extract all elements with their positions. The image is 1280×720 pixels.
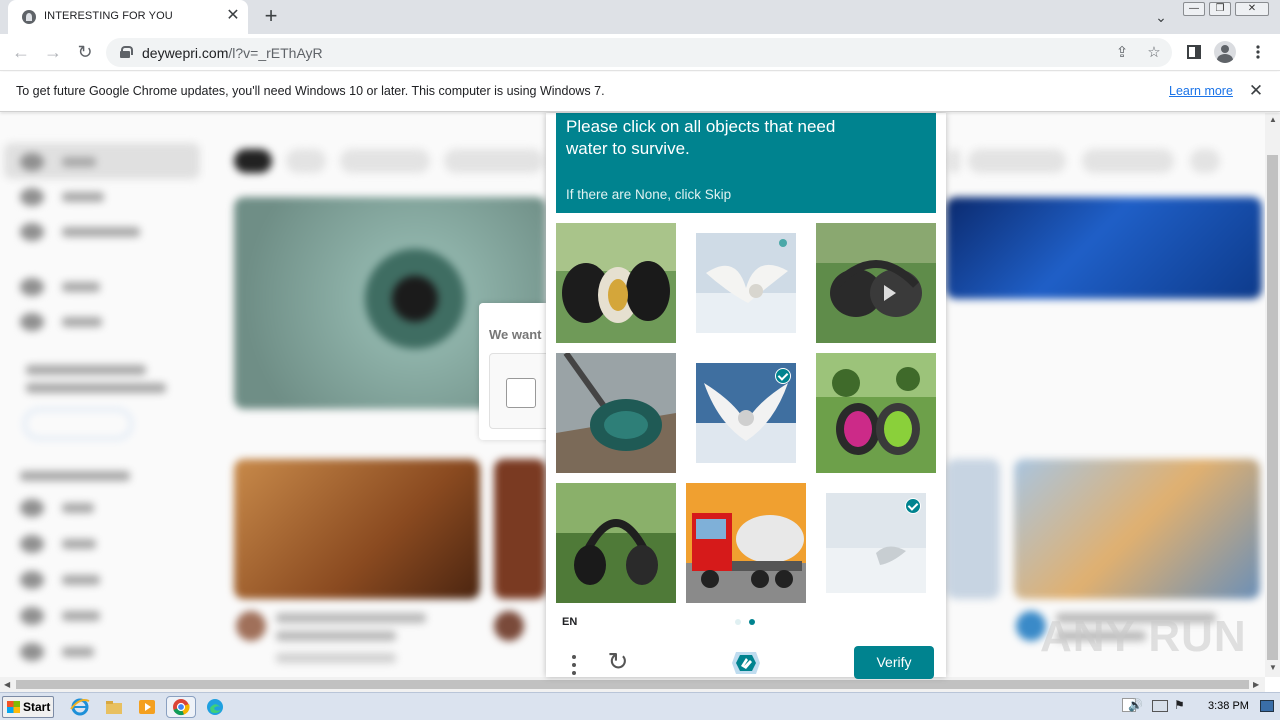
owl-image xyxy=(696,233,796,333)
side-panel-icon[interactable] xyxy=(1182,40,1206,64)
scroll-down-icon[interactable]: ▼ xyxy=(1269,663,1277,672)
back-button[interactable]: ← xyxy=(8,39,34,65)
tab-title: INTERESTING FOR YOU xyxy=(44,10,173,22)
windows-taskbar: Start 🔊 ⚑ 3:38 PM xyxy=(0,692,1280,720)
captcha-tile-9[interactable] xyxy=(826,493,926,593)
update-infobar: To get future Google Chrome updates, you… xyxy=(0,72,1280,112)
learn-more-link[interactable]: Learn more xyxy=(1169,84,1233,98)
headphones-image xyxy=(816,353,936,473)
tab-close-button[interactable]: ✕ xyxy=(224,7,242,25)
human-checkbox[interactable] xyxy=(506,378,536,408)
captcha-tile-7[interactable] xyxy=(556,483,676,603)
scroll-up-icon[interactable]: ▲ xyxy=(1269,115,1277,124)
kebab-menu-icon[interactable] xyxy=(1246,40,1270,64)
cement-truck-image xyxy=(686,483,806,603)
reload-button[interactable]: ↻ xyxy=(72,39,98,65)
media-player-icon[interactable] xyxy=(137,697,157,717)
show-desktop-icon[interactable] xyxy=(1260,700,1274,712)
browser-tab[interactable]: INTERESTING FOR YOU ✕ xyxy=(8,0,248,34)
profile-avatar[interactable] xyxy=(1214,41,1236,63)
verify-button[interactable]: Verify xyxy=(854,646,934,679)
window-close-button[interactable]: ✕ xyxy=(1235,2,1269,16)
forward-button[interactable]: → xyxy=(40,39,66,65)
taskbar-clock[interactable]: 3:38 PM xyxy=(1208,700,1249,712)
vertical-scrollbar[interactable]: ▲ ▼ xyxy=(1265,113,1280,677)
infobar-message: To get future Google Chrome updates, you… xyxy=(16,84,605,98)
network-icon[interactable] xyxy=(1152,700,1168,712)
captcha-tile-4[interactable] xyxy=(556,353,676,473)
headphones-image xyxy=(556,483,676,603)
share-icon[interactable]: ⇪ xyxy=(1111,42,1133,64)
captcha-tile-8[interactable] xyxy=(686,483,806,603)
globe-icon xyxy=(22,10,36,24)
dialog-heading: We want xyxy=(489,327,542,342)
page-dot-1[interactable] xyxy=(735,619,741,625)
bookmark-star-icon[interactable]: ☆ xyxy=(1143,42,1165,64)
chrome-taskbar-icon[interactable] xyxy=(166,696,196,718)
prompt-text: Please click on all objects that need wa… xyxy=(566,117,836,158)
captcha-menu-icon[interactable] xyxy=(564,651,584,679)
url-host: deywepri.com xyxy=(142,45,229,61)
captcha-challenge: Please click on all objects that need wa… xyxy=(546,113,946,679)
address-bar[interactable]: deywepri.com/l?v=_rEThAyR ⇪ ☆ xyxy=(106,38,1172,67)
captcha-tile-6[interactable] xyxy=(816,353,936,473)
url-path: /l?v=_rEThAyR xyxy=(228,45,323,61)
tab-search-button[interactable]: ⌄ xyxy=(1150,6,1172,28)
selected-check-icon xyxy=(905,498,921,514)
action-center-flag-icon[interactable]: ⚑ xyxy=(1174,698,1185,712)
captcha-prompt: Please click on all objects that need wa… xyxy=(556,113,936,213)
prompt-skip-hint: If there are None, click Skip xyxy=(566,187,732,202)
vacuum-image xyxy=(556,353,676,473)
system-tray: 🔊 ⚑ xyxy=(1122,695,1274,719)
hcaptcha-logo-icon[interactable] xyxy=(730,648,762,678)
refresh-challenge-icon[interactable]: ↻ xyxy=(604,648,632,676)
start-button[interactable]: Start xyxy=(2,696,54,718)
scroll-right-icon[interactable]: ▶ xyxy=(1253,680,1259,689)
lock-icon[interactable] xyxy=(120,46,133,58)
captcha-tile-1[interactable] xyxy=(556,223,676,343)
horizontal-scroll-thumb[interactable] xyxy=(16,680,1249,689)
minimize-button[interactable]: — xyxy=(1183,2,1205,16)
captcha-tile-2[interactable] xyxy=(696,233,796,333)
infobar-close-button[interactable]: ✕ xyxy=(1246,81,1266,101)
horizontal-scrollbar[interactable]: ◀ ▶ xyxy=(0,677,1265,692)
selected-check-icon xyxy=(775,368,791,384)
headphones-image xyxy=(816,223,936,343)
captcha-tile-5[interactable] xyxy=(696,363,796,463)
scroll-left-icon[interactable]: ◀ xyxy=(4,680,10,689)
restore-button[interactable]: ❐ xyxy=(1209,2,1231,16)
language-selector[interactable]: EN xyxy=(562,616,577,628)
captcha-tile-3[interactable] xyxy=(816,223,936,343)
edge-icon[interactable] xyxy=(205,697,225,717)
ie-icon[interactable] xyxy=(70,697,90,717)
anyrun-watermark: ANY RUN xyxy=(1040,612,1247,661)
vertical-scroll-thumb[interactable] xyxy=(1267,155,1278,660)
volume-icon[interactable]: 🔊 xyxy=(1128,698,1143,712)
browser-toolbar: ← → ↻ deywepri.com/l?v=_rEThAyR ⇪ ☆ xyxy=(0,34,1280,71)
tab-strip: INTERESTING FOR YOU ✕ + ⌄ — ❐ ✕ xyxy=(0,0,1280,34)
new-tab-button[interactable]: + xyxy=(258,4,284,30)
explorer-folder-icon[interactable] xyxy=(104,697,124,717)
page-dot-2[interactable] xyxy=(749,619,755,625)
url-text: deywepri.com/l?v=_rEThAyR xyxy=(142,45,323,61)
headphones-image xyxy=(556,223,676,343)
